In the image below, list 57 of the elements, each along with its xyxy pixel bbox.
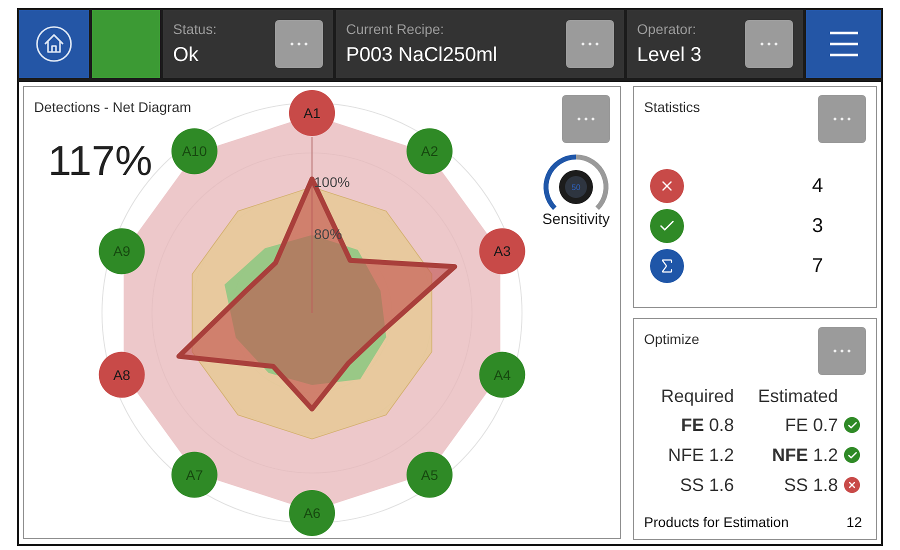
more-button[interactable]	[745, 20, 793, 68]
products-count: 12	[846, 513, 862, 532]
sigma-icon	[650, 249, 684, 283]
more-button[interactable]	[275, 20, 323, 68]
axis-label: A8	[113, 366, 130, 383]
cross-icon	[650, 169, 684, 203]
axis-label: A4	[494, 366, 511, 383]
axis-label: A3	[494, 243, 511, 260]
axis-label: A9	[113, 243, 130, 260]
required-value: NFE 1.2	[666, 444, 734, 467]
field-value: P003 NaCl250ml	[346, 42, 498, 68]
products-label: Products for Estimation	[644, 513, 789, 532]
column-header: Estimated	[756, 385, 838, 408]
menu-icon	[828, 30, 860, 58]
axis-label: A7	[186, 466, 203, 483]
field-label: Operator:	[637, 20, 698, 39]
estimated-value: FE 0.7	[784, 414, 838, 437]
field-value: Ok	[173, 42, 200, 68]
more-icon	[581, 42, 599, 46]
field-label: Status:	[173, 20, 217, 38]
axis-label: A2	[421, 143, 438, 160]
panel-title: Statistics	[644, 98, 700, 117]
status-indicator	[92, 10, 160, 78]
more-icon	[760, 42, 778, 46]
ring-label: 80%	[314, 226, 342, 242]
percent-value: 117%	[48, 136, 152, 186]
menu-button[interactable]	[806, 10, 881, 78]
more-icon	[833, 117, 851, 121]
stat-count: 7	[812, 254, 824, 279]
column-header: Required	[660, 385, 734, 408]
more-button[interactable]	[566, 20, 614, 68]
axis-label: A6	[303, 505, 321, 521]
estimated-value: SS 1.8	[782, 474, 838, 497]
more-button[interactable]	[818, 95, 866, 143]
estimated-value: NFE 1.2	[770, 444, 838, 467]
sensitivity-label: Sensitivity	[542, 210, 610, 230]
stat-count: 4	[812, 174, 824, 199]
required-value: FE 0.8	[680, 414, 734, 437]
panel-title: Optimize	[644, 330, 700, 349]
sensitivity-knob[interactable]: 50	[540, 151, 612, 213]
axis-label: A5	[421, 466, 438, 483]
axis-label: A10	[182, 143, 207, 160]
ring-label: 100%	[314, 174, 350, 190]
check-icon	[650, 209, 684, 243]
panel-title: Detections - Net Diagram	[34, 98, 192, 117]
more-icon	[577, 117, 595, 121]
field-label: Current Recipe:	[346, 20, 446, 39]
home-button[interactable]	[19, 10, 89, 78]
required-value: SS 1.6	[678, 474, 734, 497]
axis-label: A1	[303, 105, 321, 121]
more-icon	[290, 42, 308, 46]
stat-count: 3	[812, 214, 824, 239]
more-icon	[833, 349, 851, 353]
more-button[interactable]	[818, 327, 866, 375]
more-button[interactable]	[562, 95, 610, 143]
home-icon	[35, 25, 73, 63]
field-value: Level 3	[637, 42, 702, 68]
